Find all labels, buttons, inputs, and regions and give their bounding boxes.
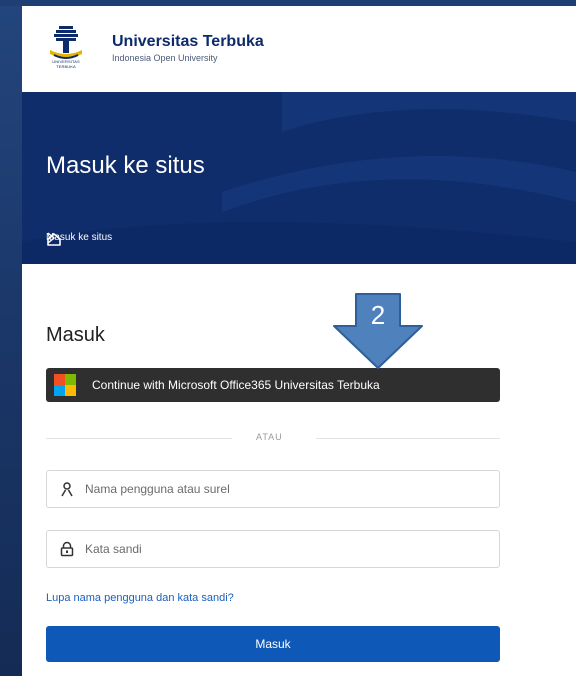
annotation-label: 2 bbox=[371, 300, 385, 330]
chevron-right-icon bbox=[47, 232, 56, 244]
desktop-background bbox=[0, 0, 22, 676]
microsoft-login-label: Continue with Microsoft Office365 Univer… bbox=[92, 378, 380, 392]
username-field[interactable] bbox=[46, 470, 500, 508]
microsoft-login-button[interactable]: Continue with Microsoft Office365 Univer… bbox=[46, 368, 500, 402]
login-page: UNIVERSITAS TERBUKA Universitas Terbuka … bbox=[22, 6, 576, 676]
password-input[interactable] bbox=[83, 541, 487, 557]
login-submit-button[interactable]: Masuk bbox=[46, 626, 500, 662]
divider-line bbox=[316, 438, 500, 439]
logo-caption: UNIVERSITAS TERBUKA bbox=[52, 59, 80, 69]
brand-subtitle: Indonesia Open University bbox=[112, 53, 218, 63]
page-title: Masuk ke situs bbox=[46, 152, 205, 179]
page-banner: Masuk ke situs Masuk ke situs bbox=[22, 92, 576, 264]
divider-line bbox=[46, 438, 232, 439]
login-form: Masuk Continue with Microsoft Office365 … bbox=[46, 264, 524, 676]
brand-name[interactable]: Universitas Terbuka bbox=[112, 33, 264, 51]
microsoft-logo-icon bbox=[54, 374, 76, 396]
divider-text: ATAU bbox=[256, 432, 283, 442]
lock-icon bbox=[60, 541, 74, 557]
username-input[interactable] bbox=[83, 481, 487, 497]
forgot-password-link[interactable]: Lupa nama pengguna dan kata sandi? bbox=[46, 592, 234, 604]
user-icon bbox=[61, 482, 73, 497]
site-header: UNIVERSITAS TERBUKA Universitas Terbuka … bbox=[22, 6, 576, 92]
login-heading: Masuk bbox=[46, 324, 105, 346]
password-field[interactable] bbox=[46, 530, 500, 568]
annotation-arrow: 2 bbox=[333, 293, 423, 369]
or-divider: ATAU bbox=[46, 432, 500, 446]
breadcrumb: Masuk ke situs bbox=[46, 232, 112, 246]
